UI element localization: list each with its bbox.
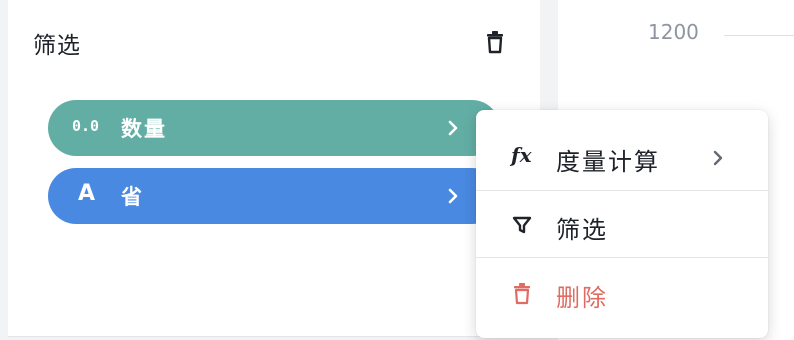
menu-item-label: 删除 — [556, 284, 608, 312]
chevron-right-icon — [448, 120, 458, 136]
field-context-menu: fx 度量计算 筛选 删除 — [476, 110, 768, 338]
text-type-badge: A — [78, 181, 96, 206]
menu-divider — [476, 190, 768, 191]
field-pill-dimension[interactable]: A 省 — [48, 168, 500, 224]
canvas: 筛选 0.0 数量 A 省 1200 fx 度量计算 筛选 删除 — [0, 0, 794, 340]
clear-filters-button[interactable] — [484, 30, 506, 54]
filter-panel: 筛选 0.0 数量 A 省 — [8, 0, 540, 336]
chevron-right-icon — [448, 188, 458, 204]
panel-title: 筛选 — [33, 33, 81, 59]
menu-divider — [476, 257, 768, 258]
field-label: 数量 — [121, 117, 167, 141]
chevron-right-icon — [713, 150, 723, 166]
funnel-icon — [512, 216, 532, 234]
menu-item-label: 度量计算 — [556, 148, 660, 176]
trash-icon — [514, 283, 530, 305]
menu-item-delete[interactable]: 删除 — [476, 260, 768, 326]
menu-item-filter[interactable]: 筛选 — [476, 192, 768, 258]
gridline — [724, 35, 794, 36]
menu-item-label: 筛选 — [556, 216, 608, 244]
menu-item-measure-calculation[interactable]: fx 度量计算 — [476, 124, 768, 190]
field-label: 省 — [121, 185, 144, 209]
trash-icon — [487, 31, 503, 54]
fx-icon: fx — [511, 143, 532, 167]
numeric-type-badge: 0.0 — [72, 117, 100, 135]
y-axis-tick-label: 1200 — [648, 20, 699, 44]
field-pill-measure[interactable]: 0.0 数量 — [48, 100, 500, 156]
